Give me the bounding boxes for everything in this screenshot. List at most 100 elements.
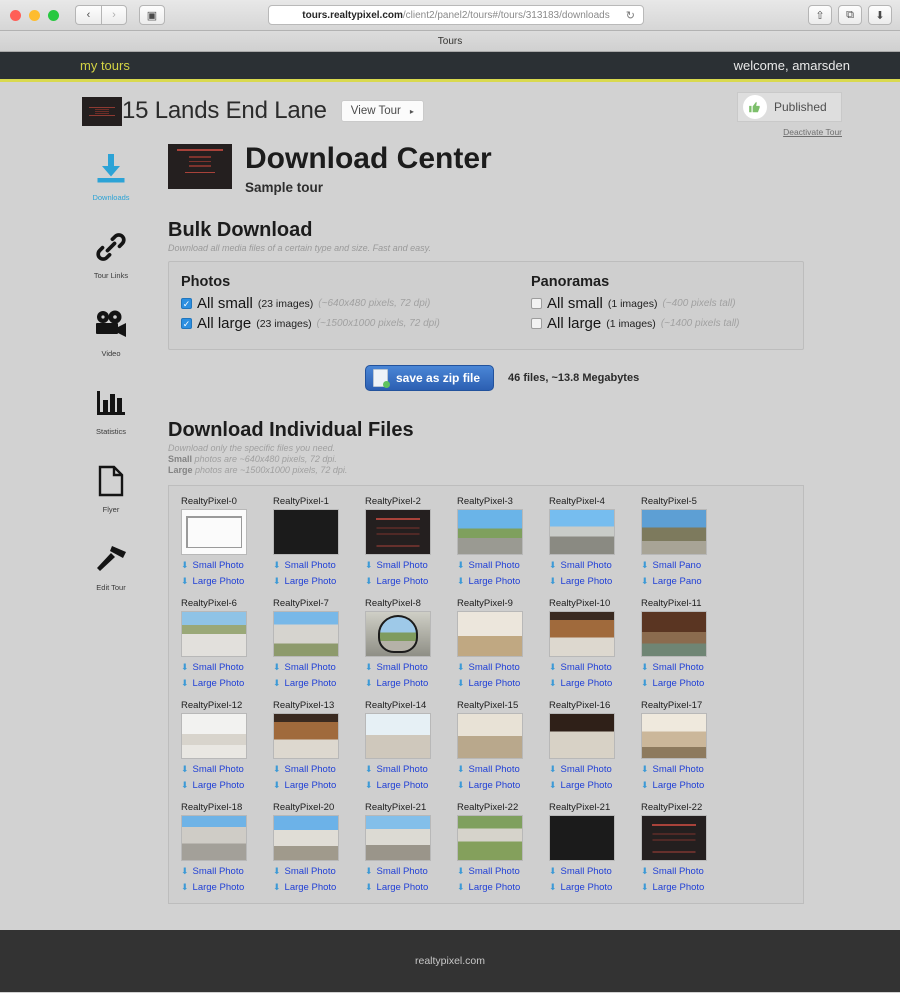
bulk-photos-large-checkbox[interactable]: ✓ (181, 318, 192, 329)
small-download-link[interactable]: ⬇ Small Photo (365, 866, 457, 877)
file-thumbnail[interactable] (365, 509, 431, 555)
file-thumbnail[interactable] (549, 713, 615, 759)
large-download-link[interactable]: ⬇ Large Photo (641, 780, 733, 791)
large-download-link[interactable]: ⬇ Large Photo (273, 780, 365, 791)
large-download-link[interactable]: ⬇ Large Photo (641, 882, 733, 893)
address-bar[interactable]: tours.realtypixel.com/client2/panel2/tou… (268, 5, 644, 25)
sidebar-item-edit-tour[interactable]: Edit Tour (82, 538, 140, 592)
navigation-buttons[interactable]: ‹ › (75, 5, 127, 25)
welcome-user-label[interactable]: welcome, amarsden (734, 58, 850, 73)
large-download-link[interactable]: ⬇ Large Photo (181, 576, 273, 587)
file-thumbnail[interactable] (181, 611, 247, 657)
small-download-link[interactable]: ⬇ Small Photo (457, 764, 549, 775)
file-thumbnail[interactable] (641, 509, 707, 555)
sidebar-item-video[interactable]: Video (82, 304, 140, 358)
large-download-link[interactable]: ⬇ Large Photo (273, 678, 365, 689)
file-thumbnail[interactable] (181, 713, 247, 759)
file-thumbnail[interactable] (549, 509, 615, 555)
small-download-link[interactable]: ⬇ Small Photo (549, 866, 641, 877)
small-download-link[interactable]: ⬇ Small Photo (273, 764, 365, 775)
small-download-link[interactable]: ⬇ Small Photo (365, 560, 457, 571)
small-download-link[interactable]: ⬇ Small Photo (181, 866, 273, 877)
small-download-link[interactable]: ⬇ Small Photo (641, 662, 733, 673)
small-download-link[interactable]: ⬇ Small Photo (549, 560, 641, 571)
file-thumbnail[interactable] (181, 509, 247, 555)
file-thumbnail[interactable] (457, 815, 523, 861)
file-thumbnail[interactable] (273, 815, 339, 861)
file-thumbnail[interactable] (549, 611, 615, 657)
file-thumbnail[interactable] (457, 713, 523, 759)
large-download-link[interactable]: ⬇ Large Pano (641, 576, 733, 587)
file-thumbnail[interactable] (365, 815, 431, 861)
large-download-link[interactable]: ⬇ Large Photo (549, 576, 641, 587)
save-as-zip-button[interactable]: save as zip file (365, 365, 495, 391)
file-thumbnail[interactable] (641, 815, 707, 861)
reload-icon[interactable]: ↻ (626, 9, 635, 22)
sidebar-item-downloads[interactable]: Downloads (82, 148, 140, 202)
bulk-panoramas-large-checkbox[interactable] (531, 318, 542, 329)
browser-tab-bar[interactable]: Tours (0, 31, 900, 52)
small-download-link[interactable]: ⬇ Small Photo (641, 866, 733, 877)
downloads-button[interactable]: ⬇ (868, 5, 892, 25)
large-download-link[interactable]: ⬇ Large Photo (641, 678, 733, 689)
file-thumbnail[interactable] (549, 815, 615, 861)
sidebar-item-tour-links[interactable]: Tour Links (82, 226, 140, 280)
file-thumbnail[interactable] (273, 713, 339, 759)
bulk-panoramas-small-checkbox[interactable] (531, 298, 542, 309)
small-download-link[interactable]: ⬇ Small Photo (273, 662, 365, 673)
maximize-window-button[interactable] (48, 9, 59, 21)
file-thumbnail[interactable] (365, 713, 431, 759)
small-download-link[interactable]: ⬇ Small Photo (641, 764, 733, 775)
large-download-link[interactable]: ⬇ Large Photo (457, 576, 549, 587)
deactivate-tour-link[interactable]: Deactivate Tour (783, 127, 842, 137)
small-download-link[interactable]: ⬇ Small Photo (273, 866, 365, 877)
large-download-link[interactable]: ⬇ Large Photo (457, 882, 549, 893)
forward-button[interactable]: › (101, 5, 127, 25)
small-download-link[interactable]: ⬇ Small Photo (181, 764, 273, 775)
large-download-link[interactable]: ⬇ Large Photo (365, 678, 457, 689)
file-thumbnail[interactable] (641, 713, 707, 759)
large-download-link[interactable]: ⬇ Large Photo (365, 882, 457, 893)
large-download-link[interactable]: ⬇ Large Photo (549, 882, 641, 893)
small-download-link[interactable]: ⬇ Small Pano (641, 560, 733, 571)
share-button[interactable]: ⇧ (808, 5, 832, 25)
my-tours-link[interactable]: my tours (80, 58, 130, 73)
large-download-link[interactable]: ⬇ Large Photo (457, 678, 549, 689)
file-thumbnail[interactable] (457, 509, 523, 555)
large-download-link[interactable]: ⬇ Large Photo (549, 678, 641, 689)
small-download-link[interactable]: ⬇ Small Photo (457, 866, 549, 877)
large-download-link[interactable]: ⬇ Large Photo (273, 576, 365, 587)
large-download-link[interactable]: ⬇ Large Photo (273, 882, 365, 893)
back-button[interactable]: ‹ (75, 5, 101, 25)
bulk-panoramas-small-row[interactable]: All small (1 images) (~400 pixels tall) (531, 295, 739, 312)
file-thumbnail[interactable] (457, 611, 523, 657)
file-thumbnail[interactable] (273, 611, 339, 657)
sidebar-item-statistics[interactable]: Statistics (82, 382, 140, 436)
large-download-link[interactable]: ⬇ Large Photo (181, 678, 273, 689)
status-badge[interactable]: Published (737, 92, 842, 122)
large-download-link[interactable]: ⬇ Large Photo (181, 780, 273, 791)
file-thumbnail[interactable] (181, 815, 247, 861)
bulk-photos-small-checkbox[interactable]: ✓ (181, 298, 192, 309)
small-download-link[interactable]: ⬇ Small Photo (181, 560, 273, 571)
sidebar-toggle-button[interactable]: ▣ (139, 5, 165, 25)
bulk-photos-small-row[interactable]: ✓ All small (23 images) (~640x480 pixels… (181, 295, 531, 312)
bulk-panoramas-large-row[interactable]: All large (1 images) (~1400 pixels tall) (531, 315, 739, 332)
small-download-link[interactable]: ⬇ Small Photo (365, 764, 457, 775)
window-traffic-lights[interactable] (0, 9, 59, 21)
bulk-photos-large-row[interactable]: ✓ All large (23 images) (~1500x1000 pixe… (181, 315, 531, 332)
tabs-button[interactable]: ⧉ (838, 5, 862, 25)
small-download-link[interactable]: ⬇ Small Photo (549, 662, 641, 673)
tab-tours[interactable]: Tours (438, 36, 462, 47)
small-download-link[interactable]: ⬇ Small Photo (365, 662, 457, 673)
view-tour-button[interactable]: View Tour ▸ (340, 100, 424, 122)
large-download-link[interactable]: ⬇ Large Photo (549, 780, 641, 791)
file-thumbnail[interactable] (365, 611, 431, 657)
sidebar-item-flyer[interactable]: Flyer (82, 460, 140, 514)
file-thumbnail[interactable] (641, 611, 707, 657)
close-window-button[interactable] (10, 9, 21, 21)
file-thumbnail[interactable] (273, 509, 339, 555)
small-download-link[interactable]: ⬇ Small Photo (549, 764, 641, 775)
small-download-link[interactable]: ⬇ Small Photo (273, 560, 365, 571)
minimize-window-button[interactable] (29, 9, 40, 21)
